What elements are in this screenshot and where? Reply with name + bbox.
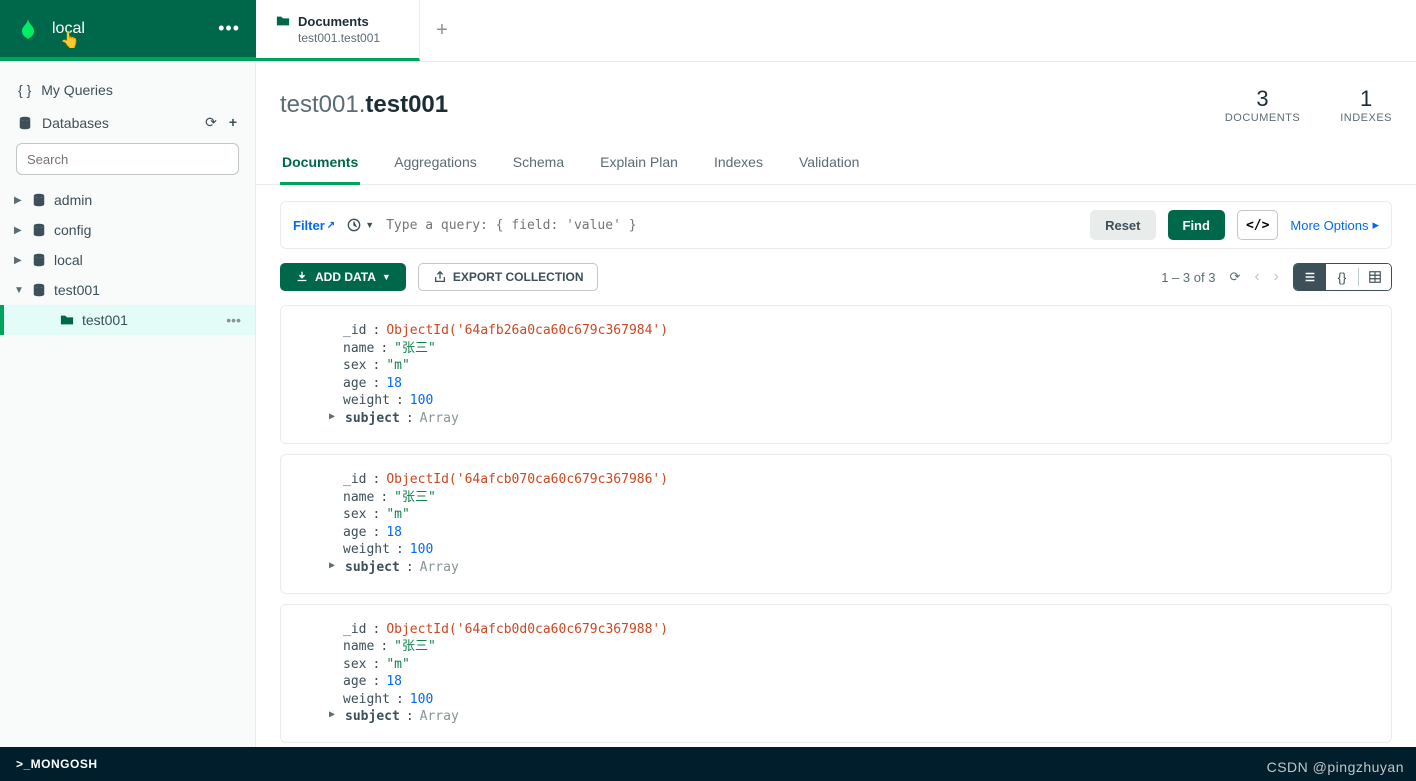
documents-label: DOCUMENTS: [1225, 112, 1300, 124]
folder-icon: [276, 14, 290, 28]
caret-right-icon: ▶: [14, 255, 24, 266]
my-queries-label: My Queries: [41, 82, 113, 98]
search-input[interactable]: [16, 143, 239, 175]
cursor-hand-icon: 👆: [60, 30, 80, 50]
expand-caret-icon[interactable]: ▶: [329, 410, 335, 428]
braces-icon: {}: [1338, 270, 1347, 285]
db-item-config[interactable]: ▶ config: [0, 215, 255, 245]
view-table-button[interactable]: [1359, 264, 1391, 290]
indexes-label: INDEXES: [1340, 112, 1392, 124]
sidebar: { } My Queries Databases ⟳ + ▶ admin ▶: [0, 62, 256, 747]
expand-caret-icon[interactable]: ▶: [329, 708, 335, 726]
download-icon: [295, 270, 309, 284]
collection-title: test001.test001: [280, 91, 448, 119]
mongodb-leaf-icon: [16, 17, 40, 41]
db-item-admin[interactable]: ▶ admin: [0, 185, 255, 215]
list-icon: [1303, 270, 1317, 284]
code-toggle-button[interactable]: </>: [1237, 210, 1278, 240]
stat-documents: 3 DOCUMENTS: [1225, 86, 1300, 124]
collection-menu-button[interactable]: •••: [226, 312, 241, 328]
add-data-button[interactable]: ADD DATA ▼: [280, 263, 406, 291]
more-options-label: More Options: [1290, 218, 1368, 233]
filter-label-button[interactable]: Filter↗: [293, 218, 335, 233]
documents-count: 3: [1225, 86, 1300, 112]
find-button[interactable]: Find: [1168, 210, 1225, 240]
db-label: test001: [54, 282, 100, 298]
page-info: 1 – 3 of 3: [1161, 270, 1215, 285]
add-tab-button[interactable]: +: [420, 0, 464, 61]
add-data-label: ADD DATA: [315, 270, 376, 284]
subtab-schema[interactable]: Schema: [511, 144, 566, 185]
caret-right-icon: ▶: [14, 225, 24, 236]
sidebar-databases-header[interactable]: Databases ⟳ +: [0, 106, 255, 139]
db-item-local[interactable]: ▶ local: [0, 245, 255, 275]
subtab-indexes[interactable]: Indexes: [712, 144, 765, 185]
table-icon: [1368, 270, 1382, 284]
database-icon: [32, 253, 46, 267]
view-toggle: {}: [1293, 263, 1392, 291]
database-icon: [32, 283, 46, 297]
db-label: local: [54, 252, 83, 268]
next-page-button[interactable]: ›: [1274, 268, 1279, 286]
databases-label: Databases: [42, 115, 109, 131]
mongosh-label: >_MONGOSH: [16, 757, 98, 771]
document-card[interactable]: _id: ObjectId('64afcb070ca60c679c367986'…: [280, 454, 1392, 593]
document-card[interactable]: _id: ObjectId('64afb26a0ca60c679c367984'…: [280, 305, 1392, 444]
view-json-button[interactable]: {}: [1326, 264, 1358, 290]
tab-title: Documents: [298, 14, 369, 29]
connection-menu-button[interactable]: •••: [218, 18, 240, 39]
database-icon: [32, 223, 46, 237]
tab-documents[interactable]: Documents test001.test001: [256, 0, 420, 61]
filter-label-text: Filter: [293, 218, 325, 233]
tab-bar: Documents test001.test001 +: [256, 0, 1416, 61]
folder-icon: [60, 313, 74, 327]
chevron-down-icon: ▼: [365, 220, 374, 230]
query-input[interactable]: [386, 218, 1078, 233]
sidebar-my-queries[interactable]: { } My Queries: [0, 74, 255, 106]
view-list-button[interactable]: [1294, 264, 1326, 290]
db-item-test001[interactable]: ▼ test001: [0, 275, 255, 305]
export-collection-button[interactable]: EXPORT COLLECTION: [418, 263, 599, 291]
mongosh-bar[interactable]: >_MONGOSH: [0, 747, 1416, 781]
document-card[interactable]: _id: ObjectId('64afcb0d0ca60c679c367988'…: [280, 604, 1392, 743]
caret-down-icon: ▼: [14, 285, 24, 296]
database-icon: [18, 116, 32, 130]
export-icon: [433, 270, 447, 284]
stat-indexes: 1 INDEXES: [1340, 86, 1392, 124]
collection-label: test001: [82, 312, 128, 328]
watermark: CSDN @pingzhuyan: [1267, 759, 1404, 775]
braces-icon: { }: [18, 82, 31, 98]
collection-db: test001: [280, 91, 359, 118]
expand-caret-icon[interactable]: ▶: [329, 559, 335, 577]
documents-list: _id: ObjectId('64afb26a0ca60c679c367984'…: [256, 305, 1416, 747]
more-options-button[interactable]: More Options ▸: [1290, 217, 1379, 233]
db-label: admin: [54, 192, 92, 208]
collection-name: test001: [365, 91, 448, 118]
connection-tile[interactable]: local 👆 •••: [0, 0, 256, 61]
prev-page-button[interactable]: ‹: [1254, 268, 1259, 286]
db-label: config: [54, 222, 91, 238]
export-label: EXPORT COLLECTION: [453, 270, 584, 284]
add-database-button[interactable]: +: [229, 114, 237, 131]
subtab-aggregations[interactable]: Aggregations: [392, 144, 479, 185]
chevron-right-icon: ▸: [1372, 217, 1379, 233]
external-link-icon: ↗: [327, 220, 335, 231]
subtab-explain-plan[interactable]: Explain Plan: [598, 144, 680, 185]
database-icon: [32, 193, 46, 207]
collection-item-test001[interactable]: test001 •••: [0, 305, 255, 335]
caret-right-icon: ▶: [14, 195, 24, 206]
indexes-count: 1: [1340, 86, 1392, 112]
subtab-validation[interactable]: Validation: [797, 144, 861, 185]
tab-subtitle: test001.test001: [298, 31, 399, 45]
clock-icon: [347, 218, 361, 232]
reset-button[interactable]: Reset: [1090, 210, 1155, 240]
subtab-documents[interactable]: Documents: [280, 144, 360, 185]
chevron-down-icon: ▼: [382, 272, 391, 282]
filter-bar: Filter↗ ▼ Reset Find </> More Options ▸: [280, 201, 1392, 249]
history-button[interactable]: ▼: [347, 218, 374, 232]
refresh-button[interactable]: ⟳: [1229, 269, 1240, 285]
refresh-databases-button[interactable]: ⟳: [205, 114, 217, 131]
